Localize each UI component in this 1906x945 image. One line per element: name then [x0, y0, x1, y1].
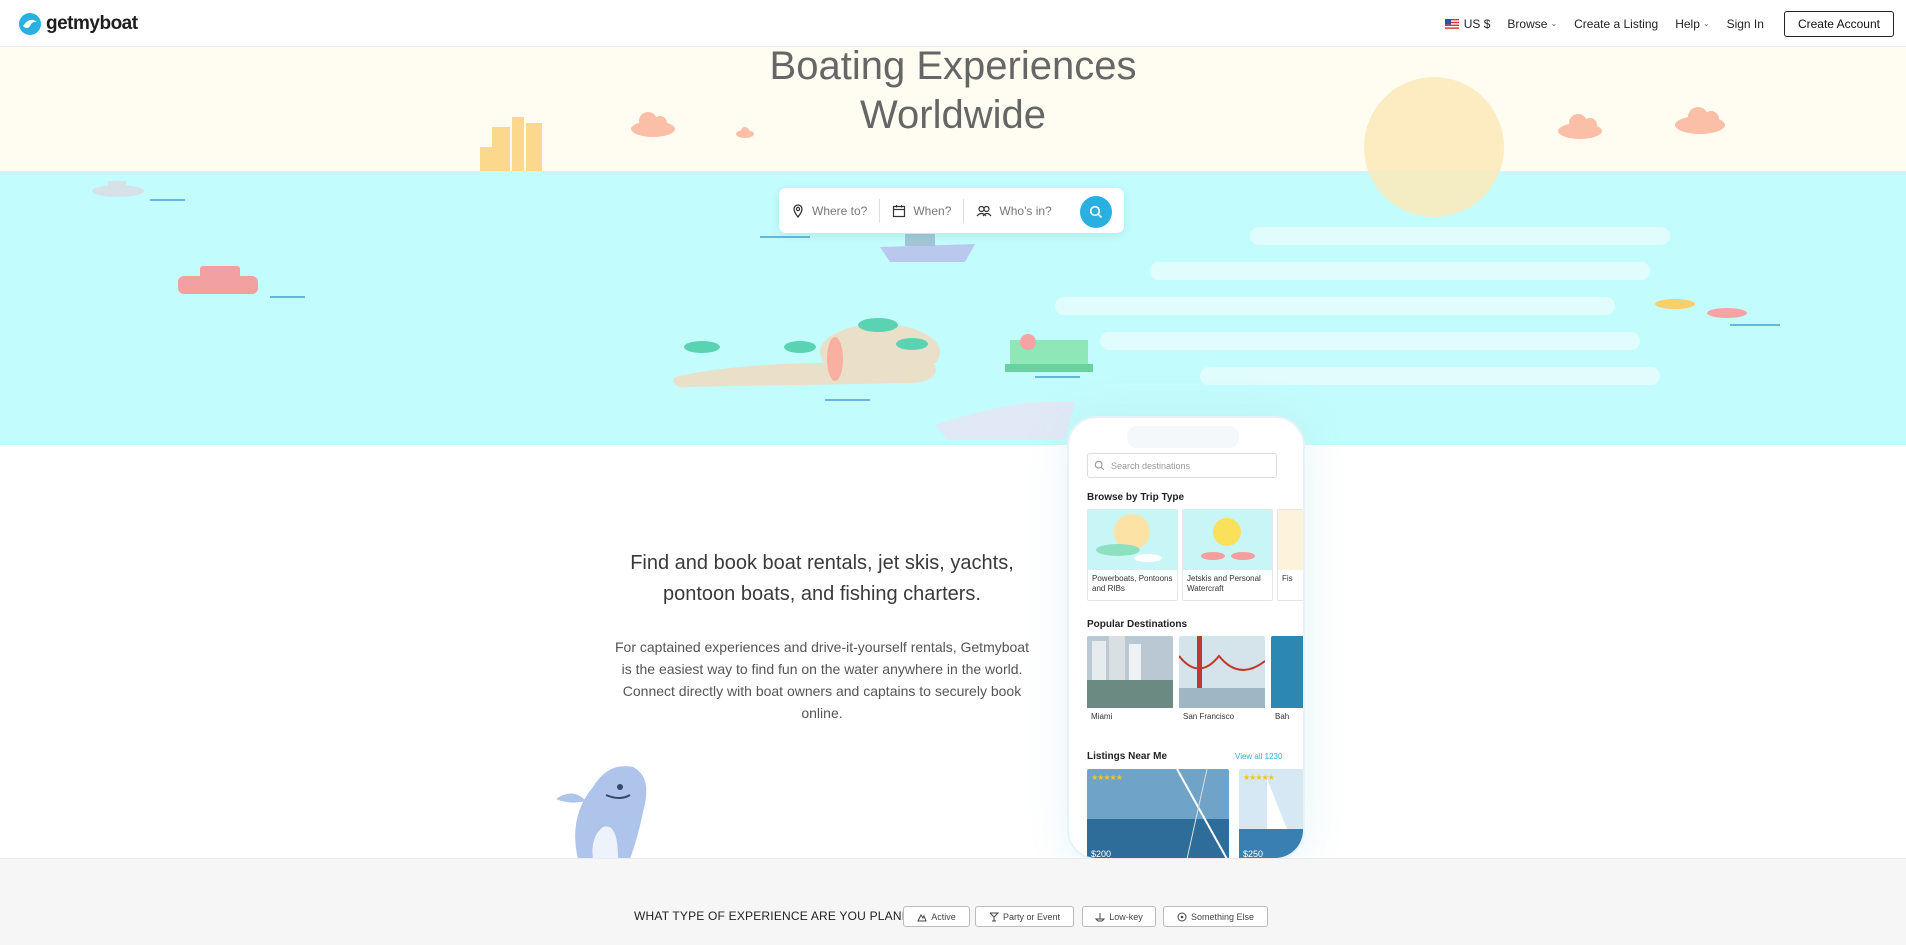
nav-links: US $ Browse ⌄ Create a Listing Help ⌄ Si…: [1428, 0, 1894, 47]
mountain-icon: [917, 913, 927, 921]
trip-type-label: Jetskis and Personal Watercraft: [1187, 574, 1261, 593]
phone-popular-heading: Popular Destinations: [1087, 619, 1188, 630]
create-listing-link[interactable]: Create a Listing: [1574, 17, 1658, 31]
when-field[interactable]: When?: [879, 198, 963, 223]
when-placeholder: When?: [913, 203, 952, 218]
search-button[interactable]: [1080, 196, 1112, 228]
currency-selector[interactable]: US $: [1444, 16, 1491, 31]
where-placeholder: Where to?: [812, 203, 868, 218]
search-icon: [1089, 205, 1103, 219]
phone-mockup: Search destinations Browse by Trip Type …: [1067, 416, 1305, 860]
boat-icon: [1095, 912, 1106, 921]
hero-title-line2: Worldwide: [860, 93, 1046, 137]
phone-search-placeholder: Search destinations: [1111, 460, 1191, 471]
chevron-down-icon: ⌄: [1702, 19, 1710, 28]
us-flag-icon: [1444, 18, 1459, 29]
option-label: Party or Event: [1002, 911, 1061, 922]
rating-stars: ★★★★★: [1243, 773, 1275, 782]
san-francisco-thumbnail: [1179, 636, 1265, 708]
option-something-else-button[interactable]: Something Else: [1163, 906, 1268, 927]
jetski-thumbnail: [1183, 510, 1272, 570]
option-label: Active: [931, 911, 956, 922]
search-bar: Where to? When? Who's in?: [779, 188, 1124, 233]
listing-card: ★★★★★ $250: [1239, 769, 1303, 858]
option-party-button[interactable]: Party or Event: [975, 906, 1074, 927]
compass-icon: [1177, 912, 1187, 921]
people-icon: [976, 205, 992, 216]
powerboat-thumbnail: [1088, 510, 1177, 570]
phone-browse-heading: Browse by Trip Type: [1087, 492, 1185, 503]
help-menu[interactable]: Help ⌄: [1675, 17, 1709, 31]
browse-label: Browse: [1507, 16, 1548, 31]
listing-thumbnail: [1087, 769, 1229, 858]
intro-body: For captained experiences and drive-it-y…: [615, 639, 1029, 721]
trip-type-card: Fis: [1277, 509, 1303, 601]
destination-card: Bah: [1271, 636, 1303, 726]
trip-type-card: Jetskis and Personal Watercraft: [1182, 509, 1273, 601]
where-field[interactable]: Where to?: [779, 199, 879, 223]
option-label: Something Else: [1190, 911, 1255, 922]
hero-title-line1: Boating Experiences: [769, 44, 1137, 88]
intro-lead: Find and book boat rentals, jet skis, ya…: [630, 552, 1014, 605]
top-nav: getmyboat US $ Browse ⌄ Create a Listing…: [0, 0, 1906, 47]
who-placeholder: Who's in?: [999, 203, 1052, 218]
trip-type-label: Powerboats, Pontoons and RIBs: [1092, 574, 1173, 593]
location-pin-icon: [793, 203, 803, 218]
phone-search-input: Search destinations: [1087, 453, 1277, 478]
cocktail-icon: [989, 912, 999, 921]
experience-question: WHAT TYPE OF EXPERIENCE ARE YOU PLANNING…: [634, 909, 940, 923]
logo-text: getmyboat: [46, 13, 138, 34]
phone-notch: [1127, 426, 1239, 448]
destination-label: Miami: [1091, 712, 1113, 721]
search-icon: [1094, 460, 1105, 471]
listing-thumbnail: [1239, 769, 1303, 858]
currency-label: US $: [1463, 16, 1491, 31]
option-active-button[interactable]: Active: [903, 906, 970, 927]
sign-in-link[interactable]: Sign In: [1727, 17, 1764, 31]
help-label: Help: [1675, 16, 1700, 31]
destination-card: San Francisco: [1179, 636, 1265, 726]
rating-stars: ★★★★★: [1091, 773, 1123, 782]
option-lowkey-button[interactable]: Low-key: [1082, 906, 1156, 927]
who-field[interactable]: Who's in?: [963, 198, 1063, 223]
hero-title: Boating Experiences Worldwide: [0, 42, 1906, 140]
chevron-down-icon: ⌄: [1550, 19, 1558, 28]
trip-type-card: Powerboats, Pontoons and RIBs: [1087, 509, 1178, 601]
browse-menu[interactable]: Browse ⌄: [1507, 17, 1557, 31]
option-label: Low-key: [1109, 911, 1143, 922]
miami-thumbnail: [1087, 636, 1173, 708]
logo[interactable]: getmyboat: [18, 12, 138, 36]
destination-card: Miami: [1087, 636, 1173, 726]
logo-icon: [19, 13, 41, 35]
destination-label: Bah: [1275, 712, 1290, 721]
trip-type-label: Fis: [1282, 574, 1293, 583]
dolphin-illustration: [556, 766, 647, 859]
view-all-link: View all 1230: [1235, 752, 1283, 761]
destination-label: San Francisco: [1183, 712, 1235, 721]
calendar-icon: [893, 204, 906, 217]
experience-bar: WHAT TYPE OF EXPERIENCE ARE YOU PLANNING…: [0, 858, 1906, 945]
phone-listings-heading: Listings Near Me: [1087, 751, 1168, 762]
listing-card: ★★★★★ $200: [1087, 769, 1229, 858]
create-account-button[interactable]: Create Account: [1783, 10, 1894, 37]
